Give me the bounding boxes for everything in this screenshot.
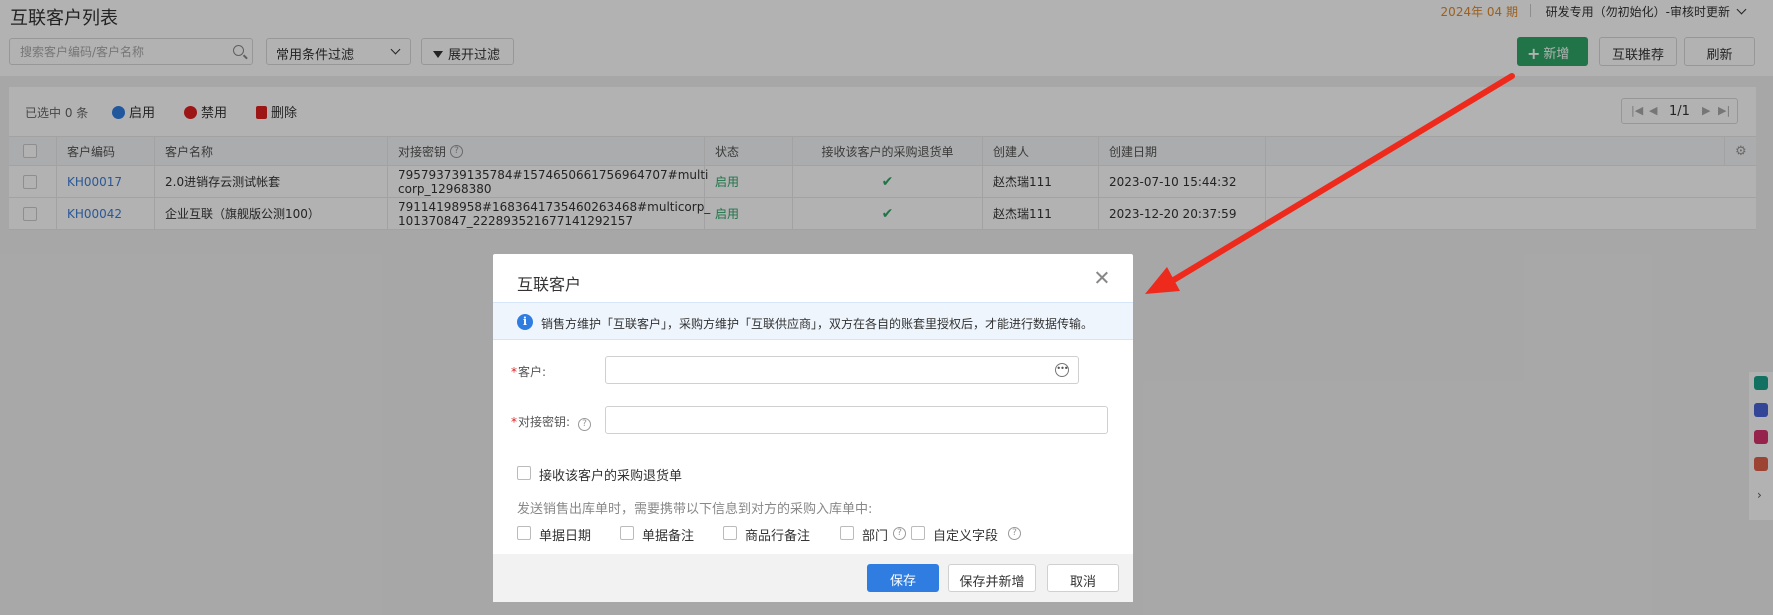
help-icon[interactable]: ? — [578, 418, 592, 431]
option-label-custom-field[interactable]: 自定义字段 — [933, 525, 998, 544]
dialog-footer: 保存 保存并新增 取消 — [493, 554, 1133, 602]
option-checkbox-remark[interactable] — [620, 526, 634, 540]
key-field[interactable] — [605, 406, 1108, 434]
option-checkbox-date[interactable] — [517, 526, 531, 540]
info-banner: i 销售方维护「互联客户」，采购方维护「互联供应商」，双方在各自的账套里授权后，… — [493, 302, 1133, 340]
receive-return-label[interactable]: 接收该客户的采购退货单 — [539, 465, 682, 484]
more-icon[interactable]: ••• — [1055, 363, 1069, 377]
help-icon[interactable]: ? — [1008, 527, 1021, 540]
help-icon[interactable]: ? — [893, 527, 906, 540]
customer-input[interactable] — [606, 357, 1078, 383]
option-label-department[interactable]: 部门 — [862, 525, 888, 544]
key-label: *对接密钥:? — [511, 413, 592, 431]
receive-return-checkbox[interactable] — [517, 466, 531, 480]
option-label-remark[interactable]: 单据备注 — [642, 525, 694, 544]
save-and-new-button[interactable]: 保存并新增 — [948, 564, 1036, 592]
dialog-title: 互联客户 — [517, 275, 582, 294]
option-label-line-remark[interactable]: 商品行备注 — [745, 525, 810, 544]
option-checkbox-custom-field[interactable] — [911, 526, 925, 540]
key-input[interactable] — [606, 407, 1107, 433]
option-checkbox-line-remark[interactable] — [723, 526, 737, 540]
option-label-date[interactable]: 单据日期 — [539, 525, 591, 544]
save-button[interactable]: 保存 — [867, 564, 939, 592]
customer-label-text: 客户: — [518, 365, 547, 379]
customer-label: *客户: — [511, 365, 547, 379]
close-icon[interactable] — [1095, 271, 1109, 285]
option-checkbox-department[interactable] — [840, 526, 854, 540]
info-text: 销售方维护「互联客户」，采购方维护「互联供应商」，双方在各自的账套里授权后，才能… — [541, 317, 1094, 331]
info-icon: i — [517, 314, 533, 330]
customer-field[interactable]: ••• — [605, 356, 1079, 384]
send-hint: 发送销售出库单时，需要携带以下信息到对方的采购入库单中: — [517, 502, 873, 517]
interconnect-customer-dialog: 互联客户 i 销售方维护「互联客户」，采购方维护「互联供应商」，双方在各自的账套… — [493, 254, 1133, 602]
key-label-text: 对接密钥: — [518, 415, 571, 429]
cancel-button[interactable]: 取消 — [1047, 564, 1119, 592]
